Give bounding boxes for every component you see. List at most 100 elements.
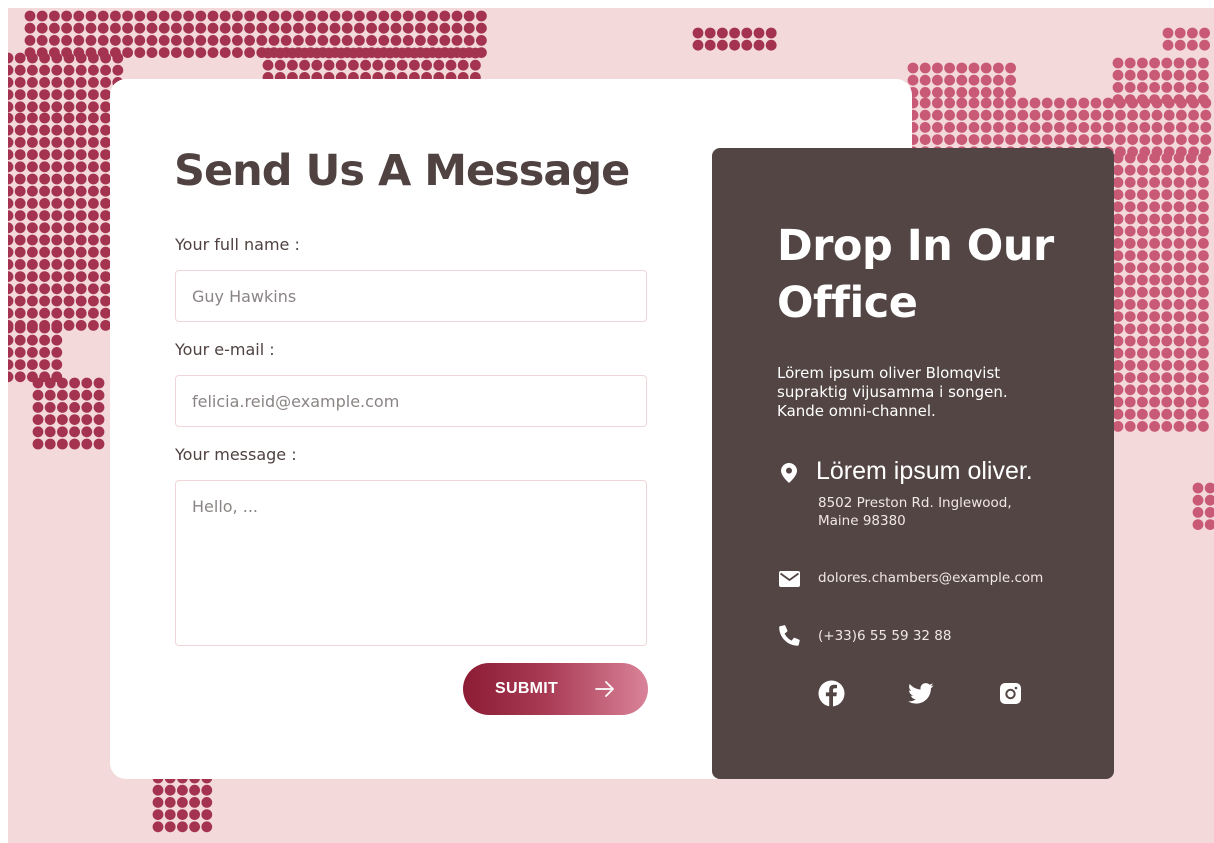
submit-button[interactable]: SUBMIT (463, 663, 648, 715)
twitter-icon[interactable] (908, 683, 934, 709)
map-dot (980, 62, 992, 74)
map-dot (1112, 94, 1124, 105)
map-dot (1112, 189, 1124, 201)
map-dot (1173, 408, 1185, 420)
map-dot (1199, 27, 1210, 39)
map-dot (63, 234, 75, 246)
map-dot (134, 35, 146, 46)
map-dot (39, 295, 50, 307)
instagram-icon[interactable] (1000, 683, 1021, 709)
map-dot (1149, 396, 1160, 408)
map-dot (75, 137, 87, 148)
map-dot (63, 295, 75, 307)
map-dot (1173, 335, 1185, 347)
map-dot (1185, 347, 1197, 359)
map-dot (1102, 134, 1114, 145)
map-dot (61, 22, 72, 34)
map-dot (207, 22, 219, 34)
map-dot (110, 35, 121, 46)
map-dot (1149, 177, 1160, 188)
map-dot (335, 59, 347, 71)
phone-icon (779, 625, 800, 651)
map-dot (73, 35, 85, 46)
map-dot (390, 10, 402, 22)
map-dot (907, 62, 919, 74)
map-dot (1198, 299, 1209, 310)
map-dot (171, 10, 182, 22)
map-dot (27, 173, 38, 185)
map-dot (1041, 97, 1053, 109)
map-dot (27, 347, 38, 358)
map-dot (75, 64, 87, 76)
map-dot (1161, 57, 1173, 69)
map-dot (93, 426, 105, 438)
map-dot (97, 10, 109, 22)
map-dot (378, 10, 390, 22)
email-link[interactable]: dolores.chambers@example.com (818, 569, 1048, 587)
email-input[interactable] (175, 375, 647, 427)
facebook-icon[interactable] (818, 680, 845, 712)
map-dot (348, 59, 359, 71)
map-dot (39, 64, 50, 76)
office-title: Drop In Our Office (777, 221, 1054, 328)
name-input[interactable] (175, 270, 647, 322)
map-dot (195, 47, 207, 58)
map-dot (729, 27, 740, 39)
map-dot (415, 10, 426, 22)
map-dot (1198, 396, 1209, 408)
map-dot (158, 47, 170, 58)
map-dot (75, 101, 87, 113)
map-dot (27, 359, 38, 370)
map-dot (1151, 109, 1163, 121)
map-dot (63, 246, 75, 258)
map-dot (1137, 299, 1148, 310)
map-dot (232, 35, 243, 46)
map-dot (36, 35, 48, 46)
map-dot (968, 109, 980, 121)
map-dot (75, 112, 87, 124)
map-dot (262, 59, 274, 71)
map-dot (390, 35, 402, 46)
map-dot (1161, 177, 1173, 188)
map-dot (932, 97, 943, 109)
phone-link[interactable]: (+33)6 55 59 32 88 (818, 627, 1048, 645)
map-dot (1115, 122, 1126, 133)
map-dot (177, 784, 188, 796)
map-dot (8, 112, 14, 124)
map-dot (177, 797, 188, 808)
map-dot (122, 22, 133, 34)
map-dot (1149, 164, 1160, 176)
map-dot (1137, 335, 1148, 347)
map-dot (1090, 134, 1102, 145)
map-dot (93, 438, 105, 450)
map-dot (112, 64, 124, 76)
map-dot (354, 22, 365, 34)
map-dot (932, 74, 943, 86)
map-dot (1161, 421, 1173, 432)
map-dot (980, 134, 992, 145)
map-dot (372, 47, 384, 59)
map-dot (69, 389, 80, 401)
map-dot (317, 35, 329, 46)
message-textarea[interactable] (175, 480, 647, 646)
map-dot (1204, 507, 1214, 518)
map-dot (75, 283, 87, 295)
map-dot (1005, 87, 1016, 98)
form-title: Send Us A Message (174, 146, 630, 196)
map-dot (51, 347, 63, 358)
map-dot (75, 161, 87, 173)
map-dot (1137, 396, 1148, 408)
map-dot (1112, 360, 1124, 371)
map-dot (1198, 360, 1209, 371)
map-dot (968, 74, 980, 86)
map-dot (158, 35, 170, 46)
map-dot (1173, 347, 1185, 359)
map-dot (1017, 97, 1029, 109)
map-dot (8, 161, 14, 173)
map-dot (27, 101, 38, 113)
map-dot (189, 809, 201, 820)
map-dot (39, 185, 50, 197)
map-dot (1173, 421, 1185, 432)
map-dot (81, 438, 93, 450)
map-dot (323, 47, 335, 59)
